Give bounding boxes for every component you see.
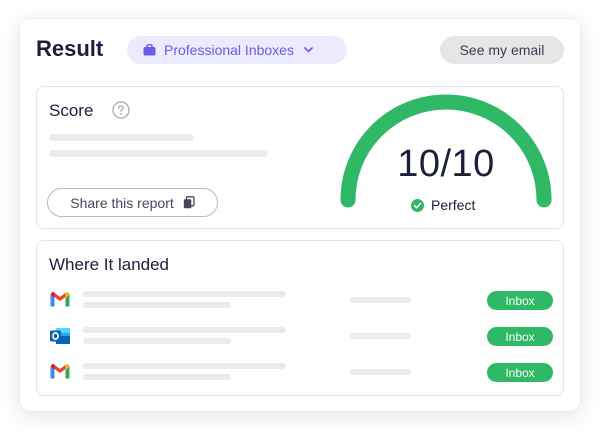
landed-title: Where It landed <box>49 255 170 274</box>
placement-badge: Inbox <box>487 327 553 346</box>
score-status-label: Perfect <box>431 197 476 213</box>
where-it-landed-panel: Where It landed Inbox Inbox Inbox <box>36 240 564 396</box>
chevron-down-icon <box>304 47 313 53</box>
briefcase-icon <box>143 44 156 56</box>
share-report-button[interactable]: Share this report <box>47 188 218 217</box>
share-report-label: Share this report <box>70 194 174 211</box>
placeholder-line <box>350 333 411 339</box>
placeholder-line <box>350 297 411 303</box>
result-card: Result Professional Inboxes See my email… <box>20 19 580 411</box>
gmail-icon <box>49 290 71 310</box>
score-panel: Score Share this report 10/10 Perfect <box>36 86 564 229</box>
copy-icon <box>183 196 195 209</box>
placeholder-line <box>83 363 286 369</box>
score-title: Score <box>49 101 94 120</box>
table-row: Inbox <box>49 361 553 383</box>
page-title: Result <box>36 36 104 61</box>
see-my-email-button[interactable]: See my email <box>440 36 564 64</box>
score-value: 10/10 <box>397 143 495 185</box>
placeholder-line <box>350 369 411 375</box>
gmail-icon <box>49 362 71 382</box>
help-icon[interactable] <box>112 101 130 119</box>
placeholder-line <box>83 338 231 344</box>
placeholder-line <box>83 374 231 380</box>
check-circle-icon <box>411 198 424 212</box>
outlook-icon <box>49 326 71 346</box>
placement-badge: Inbox <box>487 363 553 382</box>
placement-badge: Inbox <box>487 291 553 310</box>
placeholder-line <box>49 150 268 157</box>
table-row: Inbox <box>49 289 553 311</box>
placeholder-line <box>83 327 286 333</box>
score-status: Perfect <box>411 197 475 213</box>
placeholder-line <box>49 134 194 141</box>
placeholder-line <box>83 291 286 297</box>
inbox-type-label: Professional Inboxes <box>164 42 294 58</box>
table-row: Inbox <box>49 325 553 347</box>
placeholder-line <box>83 302 231 308</box>
inbox-type-dropdown[interactable]: Professional Inboxes <box>127 36 347 64</box>
